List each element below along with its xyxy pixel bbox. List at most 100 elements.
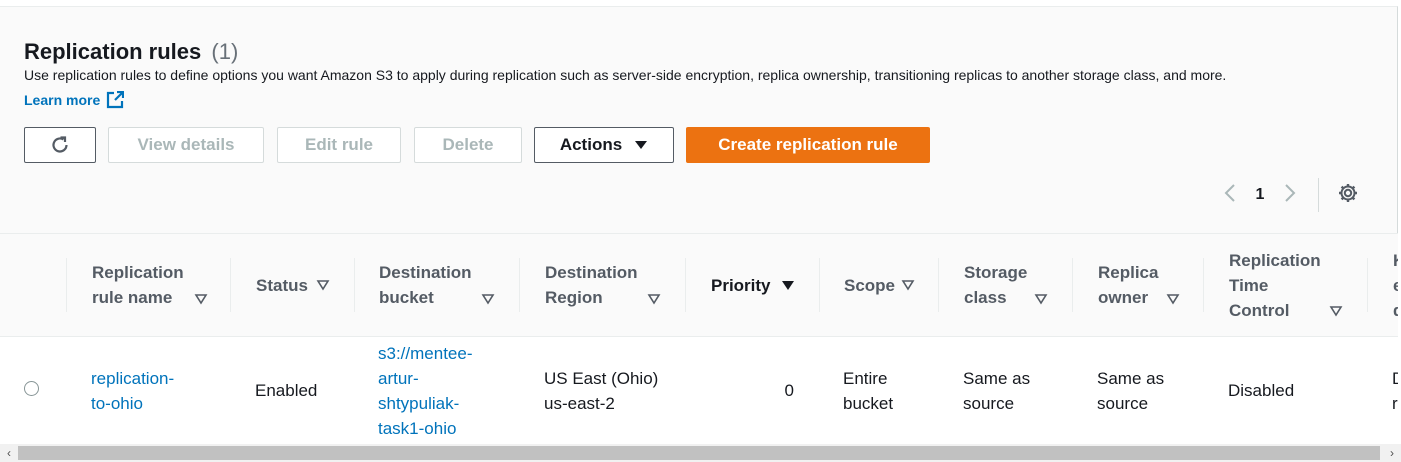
cell-text: D xyxy=(1392,369,1398,388)
rtc-cell: Disabled xyxy=(1228,381,1295,400)
header-text: Priority xyxy=(711,275,771,295)
learn-more-label: Learn more xyxy=(24,92,101,108)
header-text: Storage xyxy=(964,263,1028,282)
learn-more-link[interactable]: Learn more xyxy=(24,91,125,109)
cell-text: Same as xyxy=(963,368,1031,388)
column-header-scope[interactable]: Scope xyxy=(820,234,938,336)
status-cell: Enabled xyxy=(255,381,318,400)
create-replication-rule-button[interactable]: Create replication rule xyxy=(686,127,930,163)
column-divider xyxy=(1367,258,1368,312)
header-text: Time xyxy=(1229,275,1269,295)
header-text: owner xyxy=(1098,288,1149,307)
header-text: Destination xyxy=(545,263,638,282)
header-text: e xyxy=(1393,275,1398,295)
edit-rule-button[interactable]: Edit rule xyxy=(277,127,401,163)
column-header-storage-class[interactable]: Storage class xyxy=(940,234,1072,336)
cell-text: to-ohio xyxy=(91,393,143,413)
pager-divider xyxy=(1318,178,1319,212)
scroll-right-icon[interactable]: › xyxy=(1383,444,1401,462)
page-title: Replication rules (1) xyxy=(24,39,238,65)
header-text: Status xyxy=(256,275,308,295)
column-divider xyxy=(230,258,231,312)
priority-cell: 0 xyxy=(784,381,794,400)
refresh-icon xyxy=(52,136,68,153)
header-text: d xyxy=(1393,301,1398,320)
column-divider xyxy=(1072,258,1073,312)
cell-text: Entire xyxy=(843,368,888,388)
actions-label: Actions xyxy=(559,135,623,154)
scrollbar-thumb[interactable] xyxy=(18,446,1380,460)
pagination: 1 xyxy=(1218,178,1359,212)
scroll-left-icon[interactable]: ‹ xyxy=(0,444,18,462)
header-text: rule name xyxy=(92,288,173,307)
current-page[interactable]: 1 xyxy=(1242,186,1278,204)
cell-text: us-east-2 xyxy=(544,393,615,413)
column-header-replication-time-control[interactable]: Replication Time Control xyxy=(1205,234,1367,336)
column-header-priority[interactable]: Priority xyxy=(687,234,819,336)
header-text: Replication xyxy=(92,263,184,282)
destination-bucket-link[interactable]: s3://mentee-artur-shtypuliak-task1-ohio xyxy=(378,337,473,444)
column-divider xyxy=(519,258,520,312)
header-text: Replication xyxy=(1229,250,1321,270)
row-select-radio[interactable] xyxy=(24,381,39,396)
column-divider xyxy=(66,258,67,312)
description: Use replication rules to define options … xyxy=(24,67,1227,83)
truncated-cell: Dr xyxy=(1392,337,1398,444)
header-text: class xyxy=(964,288,1007,307)
chevron-left-icon[interactable] xyxy=(1218,183,1242,208)
refresh-button[interactable] xyxy=(24,127,96,163)
column-header-rule-name[interactable]: Replication rule name xyxy=(68,234,230,336)
delete-button[interactable]: Delete xyxy=(414,127,522,163)
sort-down-active-icon xyxy=(782,281,794,290)
cell-text: Same as xyxy=(1097,368,1165,388)
destination-region-cell: US East (Ohio) us-east-2 xyxy=(544,337,658,444)
column-divider xyxy=(938,258,939,312)
title-text: Replication rules xyxy=(24,39,202,64)
cell-text: source xyxy=(963,393,1015,413)
actions-dropdown[interactable]: Actions xyxy=(534,127,674,163)
external-link-icon xyxy=(107,91,125,109)
caret-down-icon xyxy=(635,141,648,149)
rule-name-link[interactable]: replication-to-ohio xyxy=(91,337,174,444)
chevron-right-icon[interactable] xyxy=(1278,183,1302,208)
sort-down-icon xyxy=(316,280,330,291)
table-header: Replication rule name Status Destination b… xyxy=(0,234,1398,337)
horizontal-scrollbar[interactable]: ‹ › xyxy=(0,444,1401,462)
column-header-status[interactable]: Status xyxy=(232,234,354,336)
replica-owner-cell: Same as source xyxy=(1097,337,1164,444)
cell-text: bucket xyxy=(843,393,894,413)
sort-down-icon xyxy=(1329,306,1343,317)
header-text: bucket xyxy=(379,288,434,307)
cell-text: task1-ohio xyxy=(378,418,457,438)
header-text: Scope xyxy=(844,275,896,295)
replication-rules-table: Replication rule name Status Destination b… xyxy=(0,233,1398,444)
sort-down-icon xyxy=(481,294,495,305)
column-header-destination-region[interactable]: Destination Region xyxy=(521,234,685,336)
cell-text: artur- xyxy=(378,368,419,388)
sort-down-icon xyxy=(901,280,915,291)
header-text: Replica xyxy=(1098,263,1159,282)
column-divider xyxy=(685,258,686,312)
scope-cell: Entire bucket xyxy=(843,337,893,444)
header-text: Control xyxy=(1229,300,1290,320)
cell-text: source xyxy=(1097,393,1149,413)
header-text: K xyxy=(1393,251,1398,270)
storage-class-cell: Same as source xyxy=(963,337,1030,444)
cell-text: US East (Ohio) xyxy=(544,368,659,388)
sort-down-icon xyxy=(647,294,661,305)
column-header-replica-owner[interactable]: Replica owner xyxy=(1074,234,1204,336)
header-text: Destination xyxy=(379,263,472,282)
header-text: Region xyxy=(545,288,603,307)
column-header-truncated[interactable]: Ked xyxy=(1369,234,1398,336)
cell-text: r xyxy=(1392,393,1398,413)
table-row[interactable]: replication-to-ohio Enabled s3://mentee-… xyxy=(0,337,1398,444)
view-details-button[interactable]: View details xyxy=(108,127,264,163)
cell-text: shtypuliak- xyxy=(378,393,460,413)
settings-gear-icon[interactable] xyxy=(1337,182,1359,209)
rule-count: (1) xyxy=(211,39,239,64)
cell-text: replication- xyxy=(91,368,175,388)
sort-down-icon xyxy=(1034,294,1048,305)
column-divider xyxy=(1203,258,1204,312)
sort-down-icon xyxy=(1166,294,1180,305)
column-header-destination-bucket[interactable]: Destination bucket xyxy=(355,234,519,336)
